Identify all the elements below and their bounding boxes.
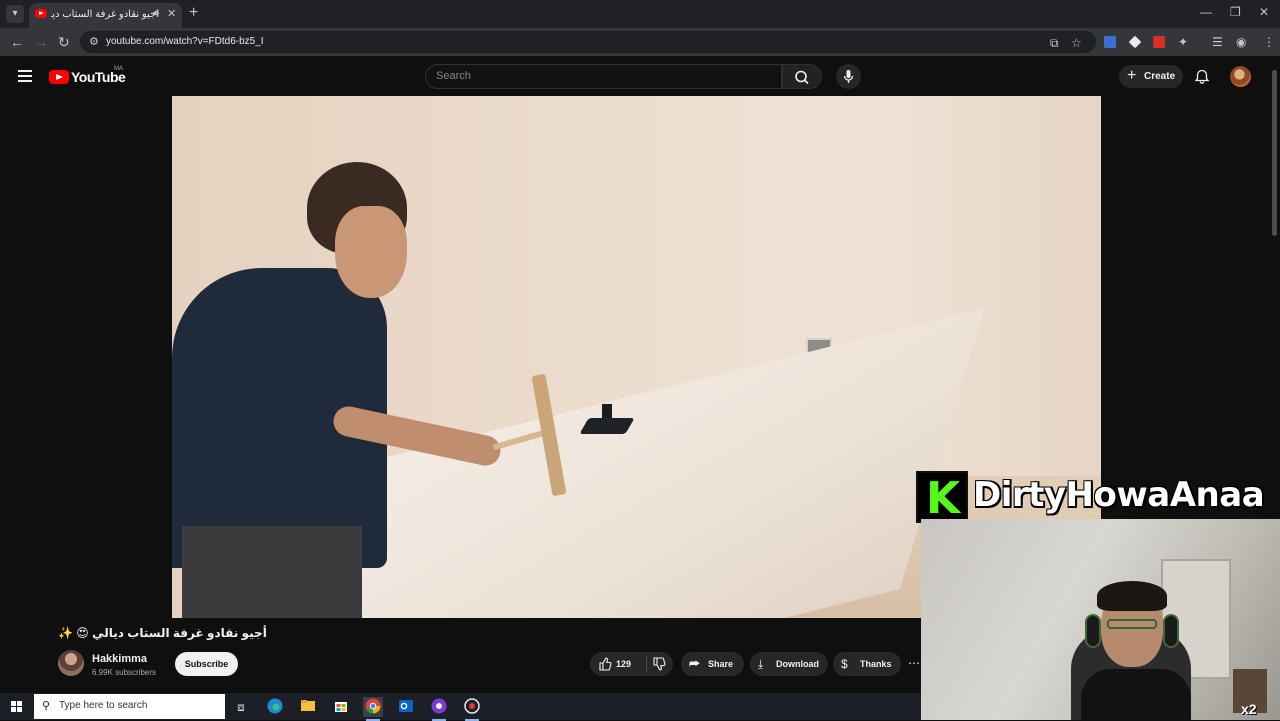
extensions-icon[interactable]: ✦: [1178, 35, 1188, 49]
window-close-icon[interactable]: ✕: [1259, 5, 1269, 19]
minimize-icon[interactable]: —: [1200, 5, 1212, 19]
app-icon[interactable]: [429, 697, 449, 721]
scrollbar-thumb[interactable]: [1272, 70, 1277, 236]
address-url[interactable]: youtube.com/watch?v=FDtd6-bz5_I: [106, 36, 264, 47]
tab-close-icon[interactable]: ✕: [167, 7, 176, 20]
more-icon[interactable]: ⋯: [908, 652, 922, 676]
extension-icon[interactable]: [1128, 35, 1142, 49]
like-divider: [646, 656, 647, 672]
plus-icon: +: [1127, 67, 1137, 84]
windows-taskbar: ⚲ ⧈: [0, 693, 921, 721]
back-icon[interactable]: ←: [10, 34, 24, 50]
webcam-glasses: [1107, 619, 1157, 629]
like-dislike-group: 129: [590, 652, 673, 676]
webcam-badge-text: x2: [1241, 701, 1257, 717]
search-input[interactable]: [436, 70, 766, 82]
account-avatar[interactable]: [1230, 66, 1251, 87]
create-button[interactable]: + Create: [1119, 65, 1183, 88]
create-label: Create: [1144, 71, 1176, 82]
site-settings-icon[interactable]: ⚙︎: [89, 35, 99, 48]
youtube-play-icon: [49, 70, 69, 84]
share-icon: ⮫: [689, 657, 701, 671]
reading-list-icon[interactable]: ☰: [1212, 35, 1223, 49]
like-icon[interactable]: [598, 652, 612, 684]
mic-icon: [843, 70, 854, 83]
recorder-extension-icon[interactable]: [1153, 36, 1165, 48]
windows-start-icon[interactable]: [11, 701, 23, 713]
youtube-favicon: [35, 9, 47, 18]
channel-name[interactable]: Hakkimma: [92, 653, 147, 665]
subscriber-count: 6.99K subscribers: [92, 668, 157, 677]
search-bar: [425, 64, 822, 89]
streamer-handle: DirtyHowaAnaa: [973, 475, 1265, 515]
new-tab-icon[interactable]: +: [189, 4, 198, 22]
browser-toolbar: ← → ↻ ⚙︎ youtube.com/watch?v=FDtd6-bz5_I…: [0, 28, 1280, 56]
video-title: أجيو نقادو غرفة الستاب ديالي 😍 ✨: [58, 626, 267, 640]
channel-avatar[interactable]: [58, 650, 84, 676]
restore-icon[interactable]: ❐: [1230, 5, 1241, 19]
bookmark-star-icon[interactable]: ☆: [1071, 36, 1082, 50]
translate-extension-icon[interactable]: [1104, 36, 1116, 48]
store-icon[interactable]: [331, 697, 351, 717]
download-icon: ⤓: [758, 657, 764, 671]
audio-icon[interactable]: 🔊︎: [153, 8, 159, 19]
country-code: MA: [114, 66, 123, 72]
share-label: Share: [708, 659, 734, 669]
reload-icon[interactable]: ↻: [58, 34, 70, 50]
file-explorer-icon[interactable]: [298, 697, 318, 717]
thanks-label: Thanks: [860, 659, 892, 669]
download-button[interactable]: ⤓ Download: [750, 652, 828, 676]
tab-list-icon[interactable]: ▾: [6, 5, 24, 23]
tab-title: أجيو نقادو غرفة الستاب ديالي: [51, 9, 159, 20]
taskbar-search[interactable]: ⚲: [34, 694, 225, 719]
webcam-headset-right: [1163, 614, 1179, 648]
browser-tab-active[interactable]: أجيو نقادو غرفة الستاب ديالي 🔊︎ ✕: [29, 3, 182, 28]
search-box: [425, 64, 782, 89]
outlook-icon[interactable]: [396, 697, 416, 717]
kick-logo: K: [916, 471, 968, 523]
webcam-headset-left: [1085, 614, 1101, 648]
profile-icon[interactable]: ◉: [1236, 35, 1246, 49]
subscribe-button[interactable]: Subscribe: [175, 652, 238, 676]
webcam-feed: x2: [921, 519, 1280, 720]
download-label: Download: [776, 659, 819, 669]
chrome-menu-icon[interactable]: ⋮: [1263, 35, 1275, 49]
taskbar-search-icon: ⚲: [42, 700, 51, 712]
recorder-app-icon[interactable]: [462, 697, 482, 721]
share-button[interactable]: ⮫ Share: [681, 652, 744, 676]
search-button[interactable]: [782, 64, 822, 89]
webcam-shirt: [1081, 669, 1191, 720]
youtube-header: YouTube MA + Create: [0, 56, 1280, 96]
thanks-icon: $: [841, 657, 848, 671]
video-stand: [579, 418, 635, 434]
forward-icon[interactable]: →: [34, 34, 48, 50]
browser-tab-strip: ▾ أجيو نقادو غرفة الستاب ديالي 🔊︎ ✕ + — …: [0, 0, 1280, 28]
voice-search-button[interactable]: [836, 64, 861, 89]
page-scrollbar[interactable]: [1271, 60, 1278, 236]
like-count[interactable]: 129: [616, 652, 631, 676]
dislike-icon[interactable]: [652, 652, 666, 684]
kick-logo-letter: K: [926, 473, 961, 524]
install-app-icon[interactable]: ⧉: [1050, 36, 1059, 51]
thanks-button[interactable]: $ Thanks: [833, 652, 901, 676]
bell-icon: [1194, 69, 1210, 84]
address-bar[interactable]: ⚙︎ youtube.com/watch?v=FDtd6-bz5_I ⧉ ☆: [80, 31, 1096, 53]
streamer-banner: K DirtyHowaAnaa: [916, 471, 1280, 523]
notifications-button[interactable]: [1193, 68, 1211, 91]
video-person-legs: [182, 526, 362, 618]
taskbar-search-input[interactable]: [59, 700, 219, 711]
task-view-icon[interactable]: ⧈: [231, 697, 251, 717]
edge-icon[interactable]: [265, 697, 285, 717]
chrome-icon[interactable]: [363, 697, 383, 721]
webcam-hair: [1097, 581, 1167, 611]
video-person-face: [335, 206, 407, 298]
search-icon: [795, 70, 809, 85]
hamburger-icon[interactable]: [18, 70, 32, 85]
